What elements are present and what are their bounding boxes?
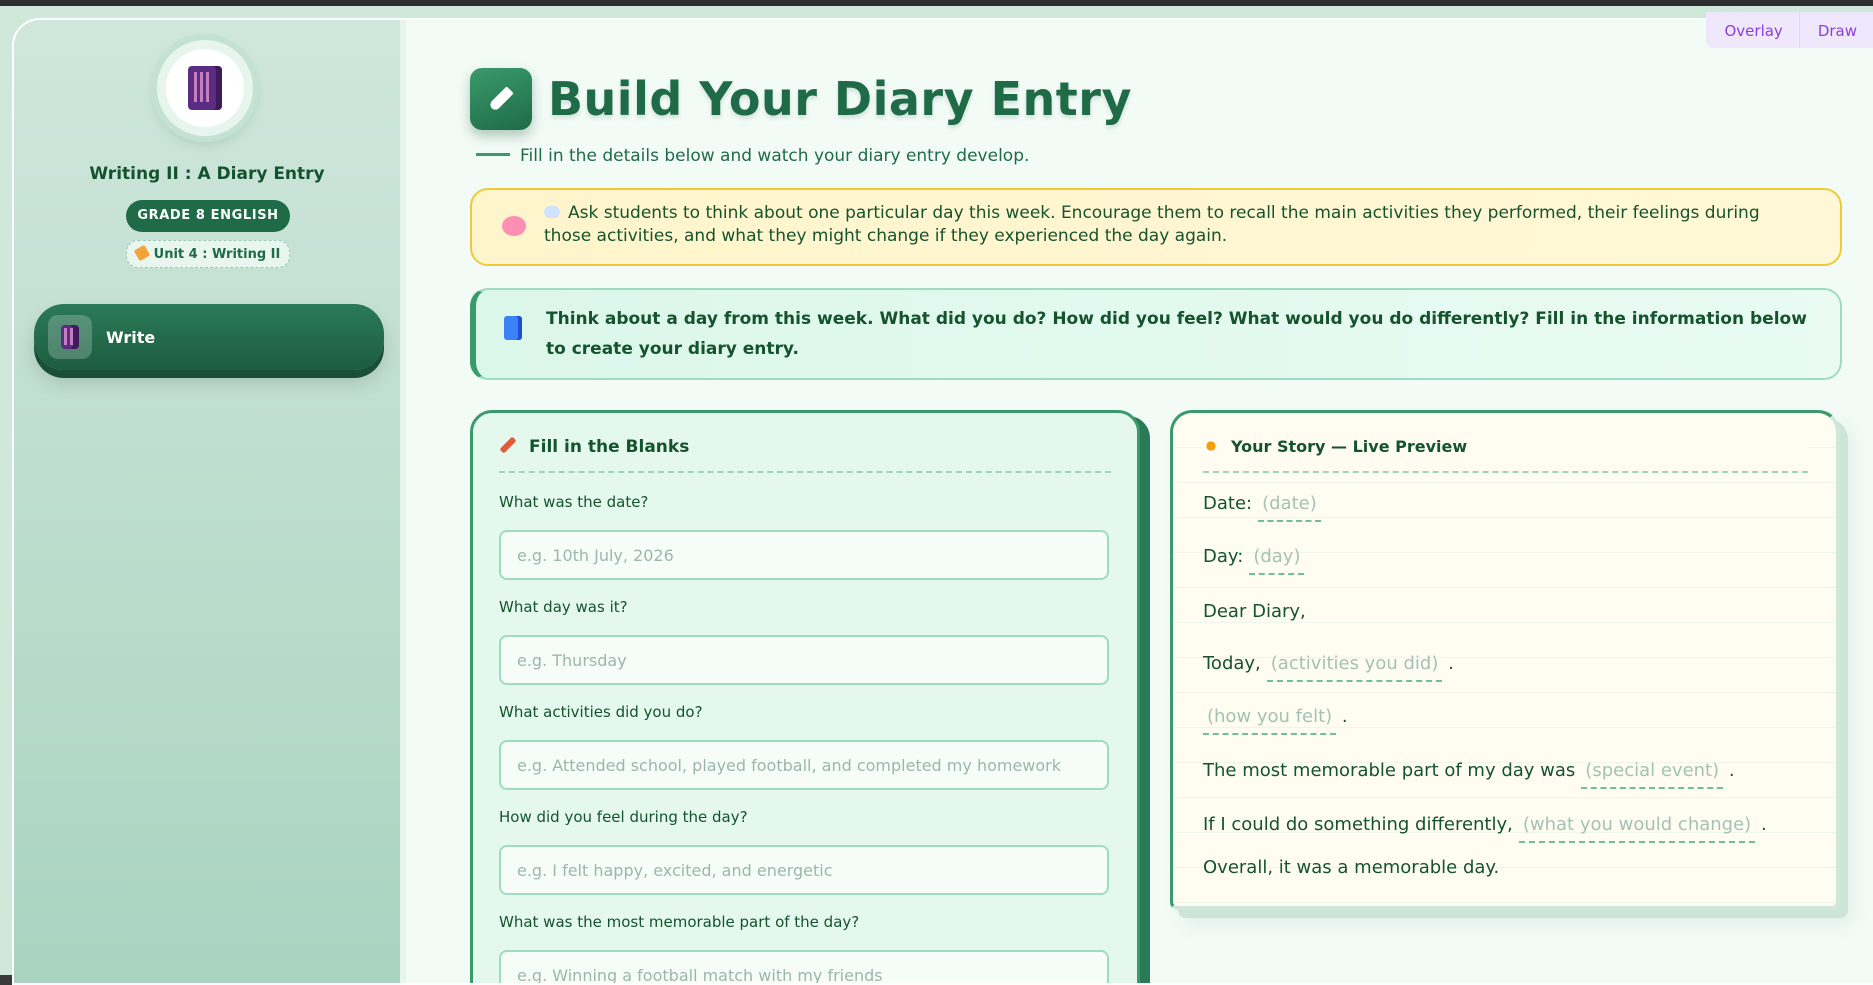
- day-label: What day was it?: [499, 598, 628, 616]
- preview-date-line: Date: (date): [1203, 493, 1321, 522]
- grade-badge: GRADE 8 ENGLISH: [126, 200, 290, 232]
- day-input[interactable]: [499, 635, 1109, 685]
- page-title: Build Your Diary Entry: [548, 72, 1132, 126]
- preview-feelings-line: (how you felt) .: [1203, 706, 1348, 735]
- writing-hand-icon: [133, 244, 150, 262]
- fill-in-blanks-card: Fill in the Blanks What was the date? Wh…: [470, 410, 1140, 983]
- preview-greeting: Dear Diary,: [1203, 601, 1306, 622]
- change-placeholder: (what you would change): [1518, 814, 1756, 843]
- blue-book-icon: [504, 316, 522, 340]
- sidebar: Writing II : A Diary Entry GRADE 8 ENGLI…: [14, 20, 406, 983]
- speech-bubble-icon: [544, 206, 560, 218]
- sidebar-item-label: Write: [106, 327, 156, 347]
- live-preview-card: Your Story — Live Preview Date: (date) Da…: [1170, 410, 1840, 910]
- date-input[interactable]: [499, 530, 1109, 580]
- book-icon: [61, 325, 79, 349]
- draw-button[interactable]: Draw: [1798, 12, 1873, 48]
- activities-label: What activities did you do?: [499, 703, 703, 721]
- brain-icon: [502, 216, 526, 236]
- preview-day-line: Day: (day): [1203, 546, 1305, 575]
- day-placeholder: (day): [1249, 546, 1305, 575]
- feelings-placeholder: (how you felt): [1203, 706, 1337, 735]
- page-subtitle: Fill in the details below and watch your…: [476, 146, 1029, 166]
- memorable-placeholder: (special event): [1581, 760, 1724, 789]
- sparkles-icon: [1203, 438, 1219, 454]
- book-icon: [188, 66, 222, 110]
- preview-closing: Overall, it was a memorable day.: [1203, 857, 1500, 878]
- preview-activities-line: Today, (activities you did) .: [1203, 653, 1454, 682]
- card-heading: Fill in the Blanks: [499, 436, 1111, 473]
- course-logo: [157, 40, 253, 136]
- overlay-button[interactable]: Overlay: [1706, 12, 1799, 48]
- date-placeholder: (date): [1258, 493, 1321, 522]
- top-toolbar: Overlay Draw: [1706, 12, 1873, 48]
- paintbrush-icon: [470, 68, 532, 130]
- app-background: Overlay Draw Writing II : A Diary Entry …: [0, 6, 1873, 985]
- course-title: Writing II : A Diary Entry: [89, 164, 325, 184]
- unit-badge: Unit 4 : Writing II: [126, 240, 290, 268]
- preview-change-line: If I could do something differently, (wha…: [1203, 814, 1767, 843]
- activities-placeholder: (activities you did): [1266, 653, 1443, 682]
- sidebar-item-write[interactable]: Write: [34, 304, 384, 370]
- feelings-input[interactable]: [499, 845, 1109, 895]
- feelings-label: How did you feel during the day?: [499, 808, 748, 826]
- teacher-hint-banner: Ask students to think about one particul…: [470, 188, 1842, 266]
- pencil-icon: [499, 436, 517, 454]
- preview-memorable-line: The most memorable part of my day was (sp…: [1203, 760, 1735, 789]
- memorable-label: What was the most memorable part of the …: [499, 913, 860, 931]
- app-frame: Writing II : A Diary Entry GRADE 8 ENGLI…: [12, 18, 1873, 985]
- main-content: Build Your Diary Entry Fill in the detai…: [400, 20, 1873, 983]
- memorable-input[interactable]: [499, 950, 1109, 983]
- writing-prompt: Think about a day from this week. What d…: [470, 288, 1842, 380]
- date-label: What was the date?: [499, 493, 649, 511]
- preview-heading: Your Story — Live Preview: [1203, 437, 1808, 473]
- activities-input[interactable]: [499, 740, 1109, 790]
